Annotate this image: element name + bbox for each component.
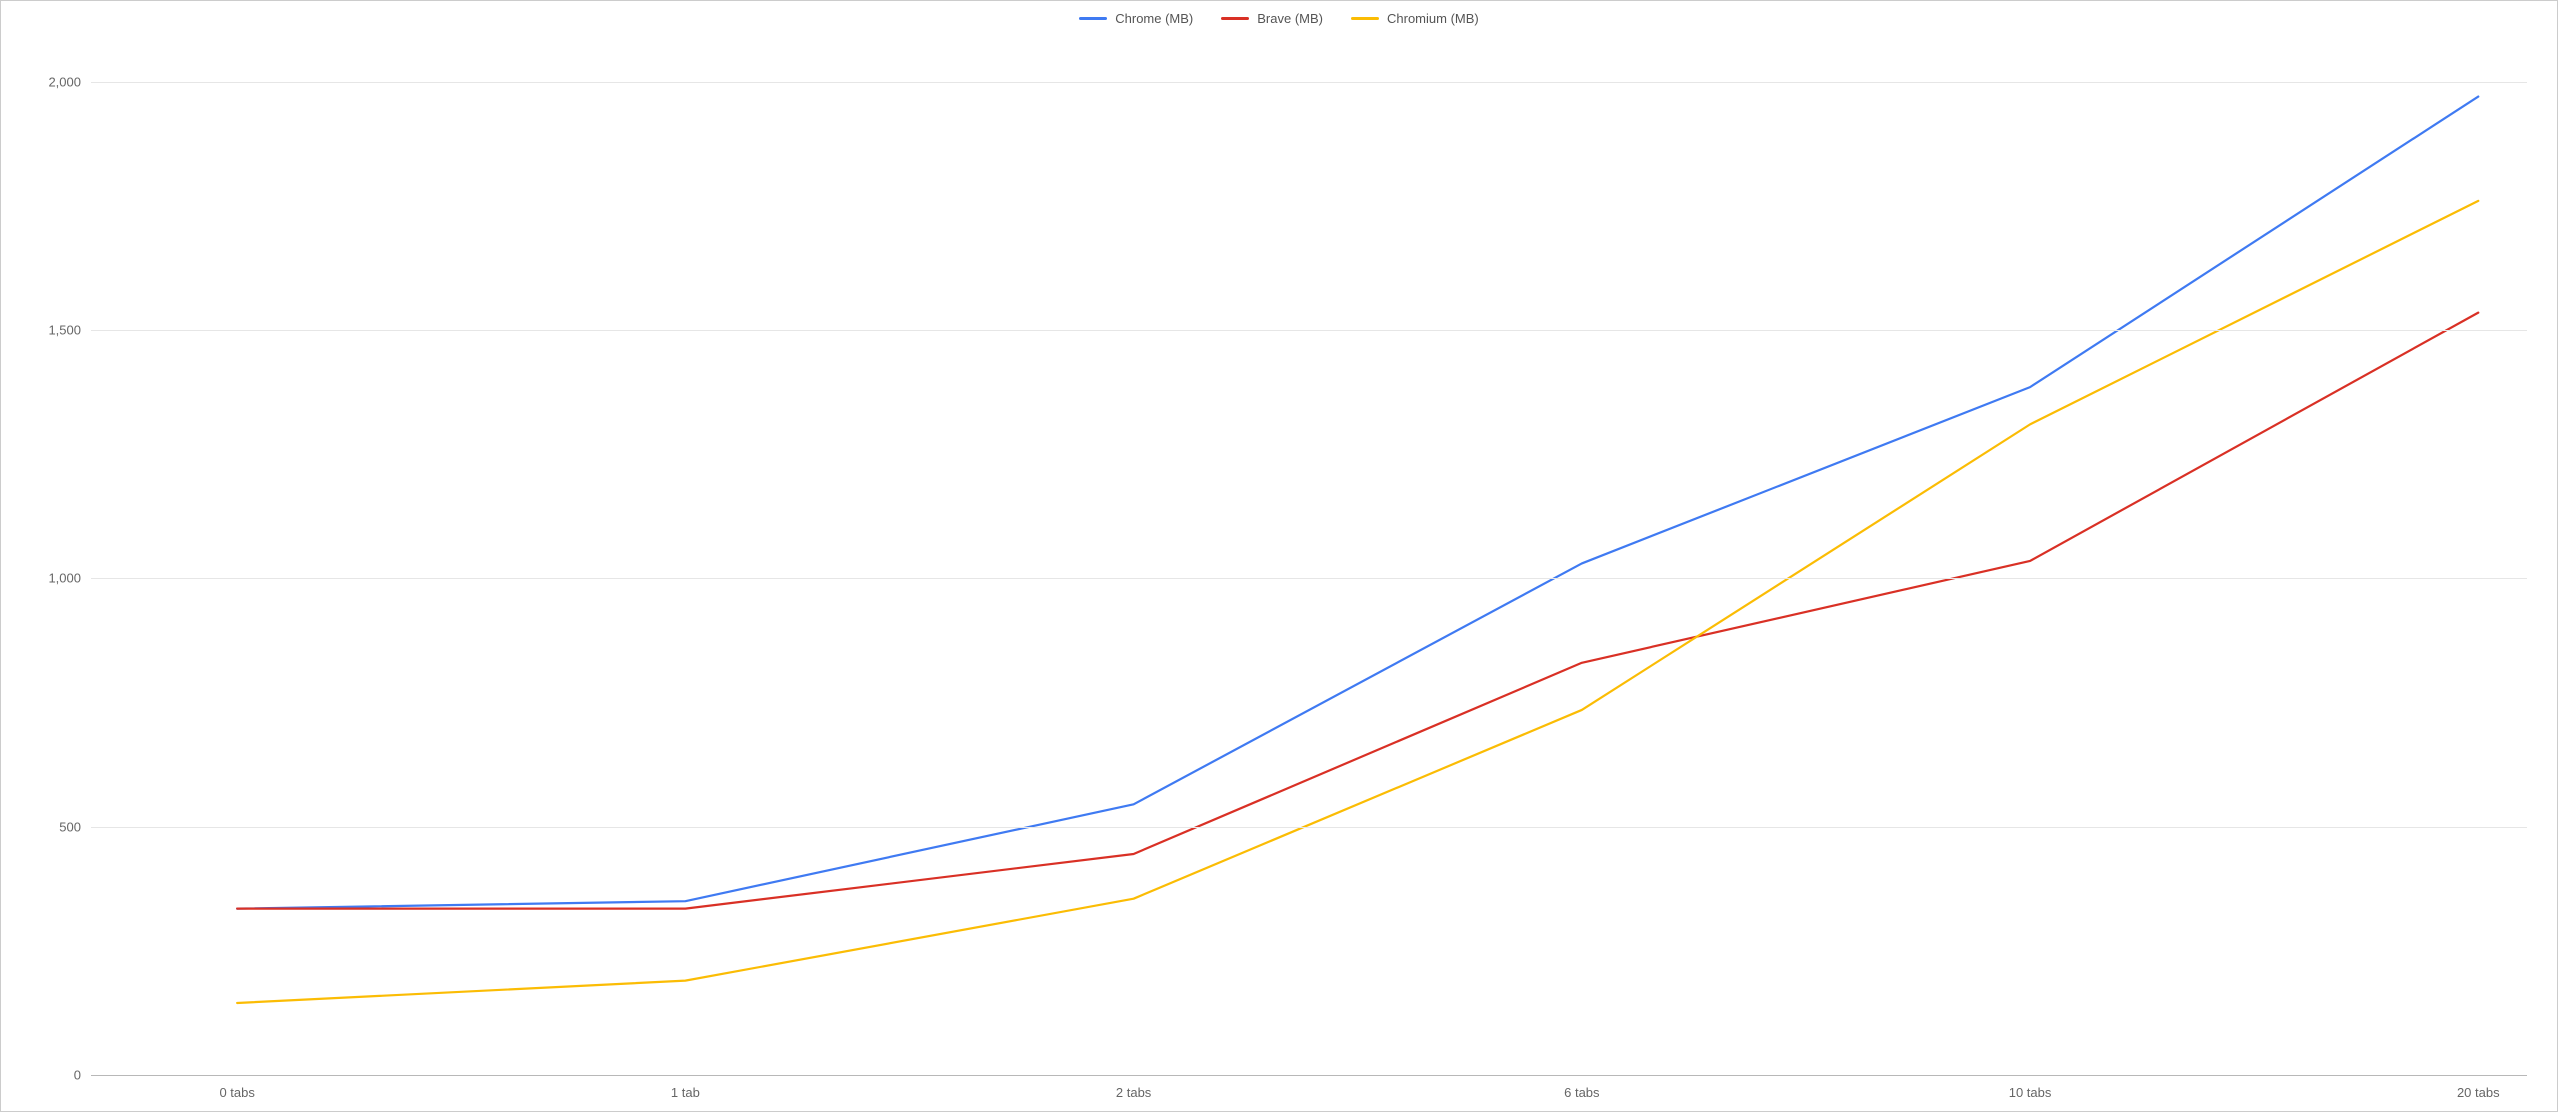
plot-area: 05001,0001,5002,0000 tabs1 tab2 tabs6 ta…	[91, 32, 2527, 1075]
legend: Chrome (MB) Brave (MB) Chromium (MB)	[1, 1, 2557, 32]
y-tick-label: 1,000	[48, 571, 91, 586]
legend-item[interactable]: Chrome (MB)	[1079, 11, 1193, 26]
legend-swatch	[1079, 17, 1107, 20]
series-line[interactable]	[237, 313, 2478, 909]
x-tick-label: 10 tabs	[2009, 1075, 2052, 1100]
gridline	[91, 1075, 2527, 1076]
chart-lines	[91, 32, 2527, 1075]
y-tick-label: 1,500	[48, 323, 91, 338]
gridline	[91, 330, 2527, 331]
plot-wrap: 05001,0001,5002,0000 tabs1 tab2 tabs6 ta…	[91, 32, 2527, 1075]
x-tick-label: 6 tabs	[1564, 1075, 1599, 1100]
series-line[interactable]	[237, 201, 2478, 1003]
y-tick-label: 2,000	[48, 74, 91, 89]
legend-swatch	[1351, 17, 1379, 20]
legend-label: Brave (MB)	[1257, 11, 1323, 26]
chart-frame: Chrome (MB)Brave (MB)Chromium (MB) 05001…	[0, 0, 2558, 1112]
x-tick-label: 1 tab	[671, 1075, 700, 1100]
x-tick-label: 0 tabs	[219, 1075, 254, 1100]
x-tick-label: 20 tabs	[2457, 1075, 2500, 1100]
legend-item[interactable]: Chromium (MB)	[1351, 11, 1479, 26]
legend-label: Chromium (MB)	[1387, 11, 1479, 26]
gridline	[91, 578, 2527, 579]
legend-label: Chrome (MB)	[1115, 11, 1193, 26]
legend-swatch	[1221, 17, 1249, 20]
legend-item[interactable]: Brave (MB)	[1221, 11, 1323, 26]
y-tick-label: 0	[74, 1068, 91, 1083]
y-tick-label: 500	[59, 819, 91, 834]
series-line[interactable]	[237, 97, 2478, 909]
gridline	[91, 827, 2527, 828]
gridline	[91, 82, 2527, 83]
x-tick-label: 2 tabs	[1116, 1075, 1151, 1100]
